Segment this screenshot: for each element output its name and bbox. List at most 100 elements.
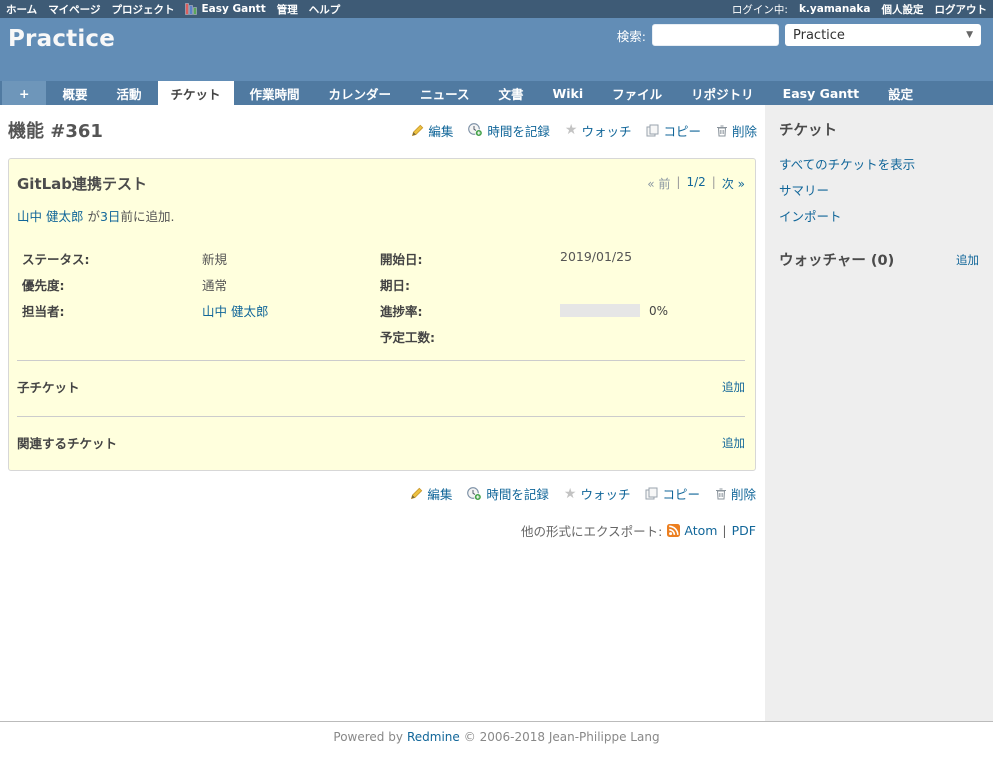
atom-feed-icon bbox=[667, 524, 680, 537]
export-label: 他の形式にエクスポート: bbox=[521, 521, 662, 540]
top-menu-my-page[interactable]: マイページ bbox=[48, 2, 100, 17]
top-menu-logout[interactable]: ログアウト bbox=[935, 2, 988, 17]
copyright-text: © 2006-2018 Jean-Philippe Lang bbox=[464, 730, 660, 764]
tab-files[interactable]: ファイル bbox=[599, 81, 675, 105]
tab-time-entries[interactable]: 作業時間 bbox=[237, 81, 313, 105]
priority-value: 通常 bbox=[202, 275, 380, 294]
search-label: 検索: bbox=[617, 26, 646, 45]
pagination-position[interactable]: 1/2 bbox=[686, 175, 705, 192]
sidebar-link-all-issues[interactable]: すべてのチケットを表示 bbox=[779, 154, 985, 173]
top-menu-home[interactable]: ホーム bbox=[6, 2, 37, 17]
export-row: 他の形式にエクスポート: Atom | PDF bbox=[8, 521, 756, 540]
log-time-button[interactable]: 時間を記録 bbox=[468, 121, 550, 140]
issue-subject: GitLab連携テスト bbox=[17, 167, 147, 194]
issue-author-line: 山中 健太郎 が3日前に追加. bbox=[17, 206, 745, 225]
due-date-label: 期日: bbox=[380, 275, 560, 294]
top-menu-easy-gantt[interactable]: Easy Gantt bbox=[185, 3, 265, 15]
copy-icon bbox=[645, 487, 658, 500]
clock-add-icon bbox=[467, 487, 482, 501]
start-date-value: 2019/01/25 bbox=[560, 249, 745, 268]
tab-calendar[interactable]: カレンダー bbox=[316, 81, 405, 105]
sidebar-title: チケット bbox=[779, 119, 985, 140]
top-menu-account[interactable]: 個人設定 bbox=[882, 2, 924, 17]
watch-button-bottom[interactable]: ★ ウォッチ bbox=[564, 484, 631, 503]
divider bbox=[17, 416, 745, 417]
issue-pagination: « 前 | 1/2 | 次 » bbox=[647, 167, 745, 192]
status-value: 新規 bbox=[202, 249, 380, 268]
related-issues-section: 関連するチケット 追加 bbox=[17, 421, 745, 468]
issue-actions-top: 編集 時間を記録 ★ ウォッチ bbox=[411, 121, 757, 140]
related-issues-title: 関連するチケット bbox=[17, 433, 117, 452]
log-time-button-bottom[interactable]: 時間を記録 bbox=[467, 484, 549, 503]
subtasks-add-link[interactable]: 追加 bbox=[722, 379, 745, 395]
watchers-add-link[interactable]: 追加 bbox=[956, 252, 979, 268]
tab-wiki[interactable]: Wiki bbox=[539, 81, 596, 105]
issue-heading: 機能 #361 bbox=[8, 117, 103, 143]
tab-issues[interactable]: チケット bbox=[158, 81, 234, 105]
redmine-link[interactable]: Redmine bbox=[407, 730, 460, 764]
trash-icon bbox=[715, 487, 727, 500]
pdf-link[interactable]: PDF bbox=[732, 523, 756, 538]
chevron-down-icon: ▼ bbox=[966, 30, 973, 40]
due-date-value bbox=[560, 275, 745, 294]
copy-icon bbox=[646, 124, 659, 137]
tab-documents[interactable]: 文書 bbox=[485, 81, 536, 105]
top-menu-easy-gantt-label[interactable]: Easy Gantt bbox=[201, 3, 265, 15]
project-jump-select[interactable]: Practice ▼ bbox=[785, 24, 981, 46]
tab-settings[interactable]: 設定 bbox=[875, 81, 926, 105]
delete-button-bottom[interactable]: 削除 bbox=[715, 484, 756, 503]
powered-by-text: Powered by bbox=[333, 730, 403, 764]
top-menu-admin[interactable]: 管理 bbox=[277, 2, 298, 17]
atom-link[interactable]: Atom bbox=[667, 523, 717, 538]
tab-overview[interactable]: 概要 bbox=[49, 81, 100, 105]
tab-repository[interactable]: リポジトリ bbox=[678, 81, 767, 105]
edit-button-bottom[interactable]: 編集 bbox=[410, 484, 452, 503]
copy-button-bottom[interactable]: コピー bbox=[645, 484, 700, 503]
pencil-icon bbox=[411, 124, 424, 137]
pagination-next[interactable]: 次 » bbox=[722, 175, 745, 192]
tab-activity[interactable]: 活動 bbox=[104, 81, 155, 105]
assignee-link[interactable]: 山中 健太郎 bbox=[202, 304, 268, 319]
start-date-label: 開始日: bbox=[380, 249, 560, 268]
delete-button[interactable]: 削除 bbox=[716, 121, 757, 140]
sidebar-link-summary[interactable]: サマリー bbox=[779, 180, 985, 199]
logged-in-user[interactable]: k.yamanaka bbox=[799, 3, 871, 15]
author-link[interactable]: 山中 健太郎 bbox=[17, 209, 83, 224]
estimated-hours-label: 予定工数: bbox=[380, 327, 560, 346]
tab-new-object[interactable]: + bbox=[2, 81, 46, 105]
sidebar: チケット すべてのチケットを表示 サマリー インポート ウォッチャー (0) 追… bbox=[765, 105, 993, 721]
header: Practice 検索: Practice ▼ bbox=[0, 18, 993, 81]
subtasks-title: 子チケット bbox=[17, 377, 80, 396]
top-menu-help[interactable]: ヘルプ bbox=[309, 2, 341, 17]
search-input[interactable] bbox=[652, 24, 779, 46]
divider bbox=[17, 360, 745, 361]
priority-label: 優先度: bbox=[22, 275, 202, 294]
added-time-link[interactable]: 3日 bbox=[100, 209, 120, 224]
tab-easy-gantt[interactable]: Easy Gantt bbox=[770, 81, 872, 105]
progress-label: 進捗率: bbox=[380, 301, 560, 320]
estimated-hours-value bbox=[560, 327, 745, 346]
star-icon: ★ bbox=[564, 488, 577, 500]
tab-news[interactable]: ニュース bbox=[407, 81, 482, 105]
watch-button[interactable]: ★ ウォッチ bbox=[565, 121, 632, 140]
assignee-label: 担当者: bbox=[22, 301, 202, 320]
star-icon: ★ bbox=[565, 124, 578, 136]
pencil-icon bbox=[410, 487, 423, 500]
project-select-value: Practice bbox=[793, 28, 845, 43]
copy-button[interactable]: コピー bbox=[646, 121, 701, 140]
watchers-title: ウォッチャー (0) bbox=[779, 249, 894, 270]
pagination-prev: « 前 bbox=[647, 175, 670, 192]
top-menu: ホーム マイページ プロジェクト Easy Gantt 管理 ヘルプ ログイン中… bbox=[0, 0, 993, 18]
edit-button[interactable]: 編集 bbox=[411, 121, 453, 140]
status-label: ステータス: bbox=[22, 249, 202, 268]
issue-actions-bottom: 編集 時間を記録 ★ ウォッチ bbox=[8, 484, 756, 503]
watchers-section: ウォッチャー (0) 追加 bbox=[779, 249, 985, 270]
main-menu: + 概要 活動 チケット 作業時間 カレンダー ニュース 文書 Wiki ファイ… bbox=[0, 81, 993, 105]
related-issues-add-link[interactable]: 追加 bbox=[722, 435, 745, 451]
logged-in-label: ログイン中: bbox=[732, 2, 788, 17]
sidebar-link-import[interactable]: インポート bbox=[779, 206, 985, 225]
top-menu-projects[interactable]: プロジェクト bbox=[111, 2, 174, 17]
footer: Powered by Redmine © 2006-2018 Jean-Phil… bbox=[0, 721, 993, 764]
clock-add-icon bbox=[468, 123, 483, 137]
issue-attributes: ステータス: 新規 開始日: 2019/01/25 優先度: 通常 期日: 担当… bbox=[17, 249, 745, 356]
